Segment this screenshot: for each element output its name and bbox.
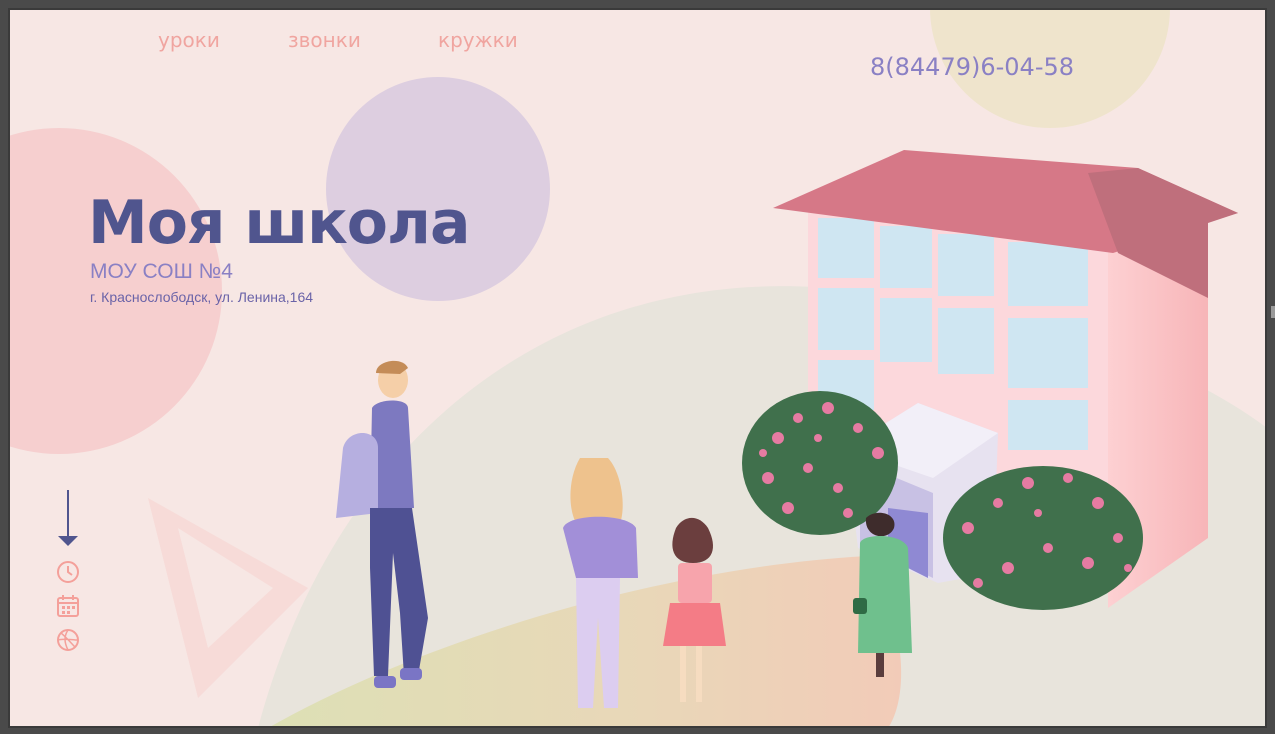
- nav-link-bells[interactable]: звонки: [288, 28, 361, 52]
- phone-number[interactable]: 8(84479)6-04-58: [870, 53, 1074, 81]
- scrollbar-thumb[interactable]: [1271, 306, 1275, 318]
- page-title: Моя школа: [88, 188, 470, 258]
- school-name: МОУ СОШ №4: [90, 260, 233, 283]
- side-icon-bar: [56, 490, 80, 652]
- nav-link-clubs[interactable]: кружки: [438, 28, 518, 52]
- arrow-down-icon[interactable]: [56, 490, 80, 548]
- clock-icon[interactable]: [56, 560, 80, 584]
- ball-icon[interactable]: [56, 628, 80, 652]
- school-address: г. Краснослободск, ул. Ленина,164: [90, 289, 314, 305]
- nav-link-lessons[interactable]: уроки: [158, 28, 220, 52]
- page-frame: уроки звонки кружки 8(84479)6-04-58 Моя …: [8, 8, 1267, 728]
- bush-right: [943, 466, 1143, 610]
- calendar-icon[interactable]: [56, 594, 80, 618]
- background-art: [8, 8, 1267, 728]
